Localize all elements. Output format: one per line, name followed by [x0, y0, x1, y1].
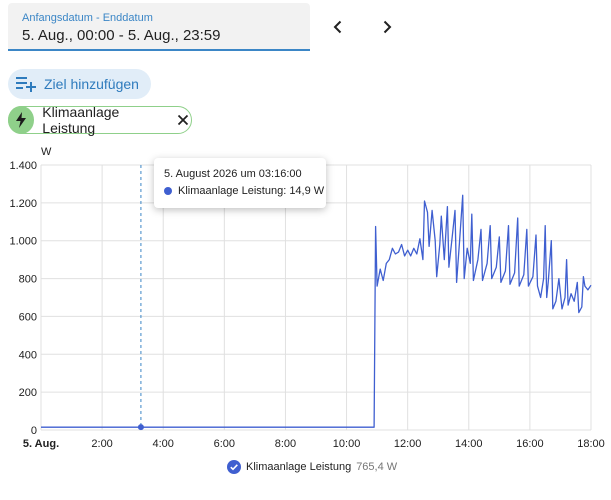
y-tick-label: 1.200 — [9, 198, 37, 210]
y-tick-label: 800 — [19, 274, 37, 286]
tooltip-series-name: Klimaanlage Leistung — [178, 185, 284, 197]
x-tick-label: 4:00 — [153, 438, 174, 450]
legend-check-icon — [227, 460, 241, 474]
x-tick-label: 16:00 — [516, 438, 544, 450]
x-tick-label: 18:00 — [577, 438, 605, 450]
remove-entity-button[interactable] — [176, 112, 191, 128]
x-tick-label: 14:00 — [455, 438, 483, 450]
tooltip-row: Klimaanlage Leistung : 14,9 W — [164, 185, 324, 197]
y-tick-label: 0 — [31, 425, 37, 437]
chevron-right-icon — [383, 20, 392, 34]
cursor-point — [137, 424, 144, 431]
legend-series-value: 765,4 W — [356, 461, 398, 473]
previous-range-button[interactable] — [325, 14, 351, 40]
y-tick-label: 200 — [19, 387, 37, 399]
y-tick-label: 400 — [19, 349, 37, 361]
chevron-left-icon — [333, 20, 342, 34]
close-icon — [178, 114, 189, 126]
legend-series-name: Klimaanlage Leistung — [246, 461, 352, 473]
add-target-label: Ziel hinzufügen — [44, 76, 139, 92]
x-tick-label: 12:00 — [394, 438, 422, 450]
tooltip-title: 5. August 2026 um 03:16:00 — [164, 168, 302, 180]
date-range-label: Anfangsdatum - Enddatum — [22, 12, 153, 24]
x-tick-label: 5. Aug. — [23, 438, 59, 450]
y-axis-unit: W — [41, 146, 52, 158]
playlist-plus-icon — [16, 77, 36, 92]
next-range-button[interactable] — [374, 14, 400, 40]
y-tick-label: 1.000 — [9, 236, 37, 248]
entity-chip-label: Klimaanlage Leistung — [42, 104, 120, 136]
chart-legend-item[interactable]: Klimaanlage Leistung 765,4 W — [227, 460, 397, 474]
date-range-value[interactable]: 5. Aug., 00:00 - 5. Aug., 23:59 — [22, 27, 221, 44]
chip-icon-circle — [8, 106, 35, 134]
y-tick-label: 1.400 — [9, 160, 37, 172]
y-tick-label: 600 — [19, 311, 37, 323]
x-tick-label: 10:00 — [333, 438, 361, 450]
chart-tooltip: 5. August 2026 um 03:16:00 Klimaanlage L… — [154, 158, 326, 208]
lightning-bolt-icon — [16, 112, 27, 128]
x-tick-label: 8:00 — [275, 438, 296, 450]
add-target-button[interactable]: Ziel hinzufügen — [8, 69, 151, 99]
tooltip-series-dot — [164, 187, 172, 195]
tooltip-value: 14,9 W — [289, 185, 325, 197]
x-tick-label: 6:00 — [214, 438, 235, 450]
date-range-field[interactable]: Anfangsdatum - Enddatum 5. Aug., 00:00 -… — [8, 3, 310, 51]
x-tick-label: 2:00 — [91, 438, 112, 450]
entity-chip[interactable]: Klimaanlage Leistung — [8, 104, 192, 136]
